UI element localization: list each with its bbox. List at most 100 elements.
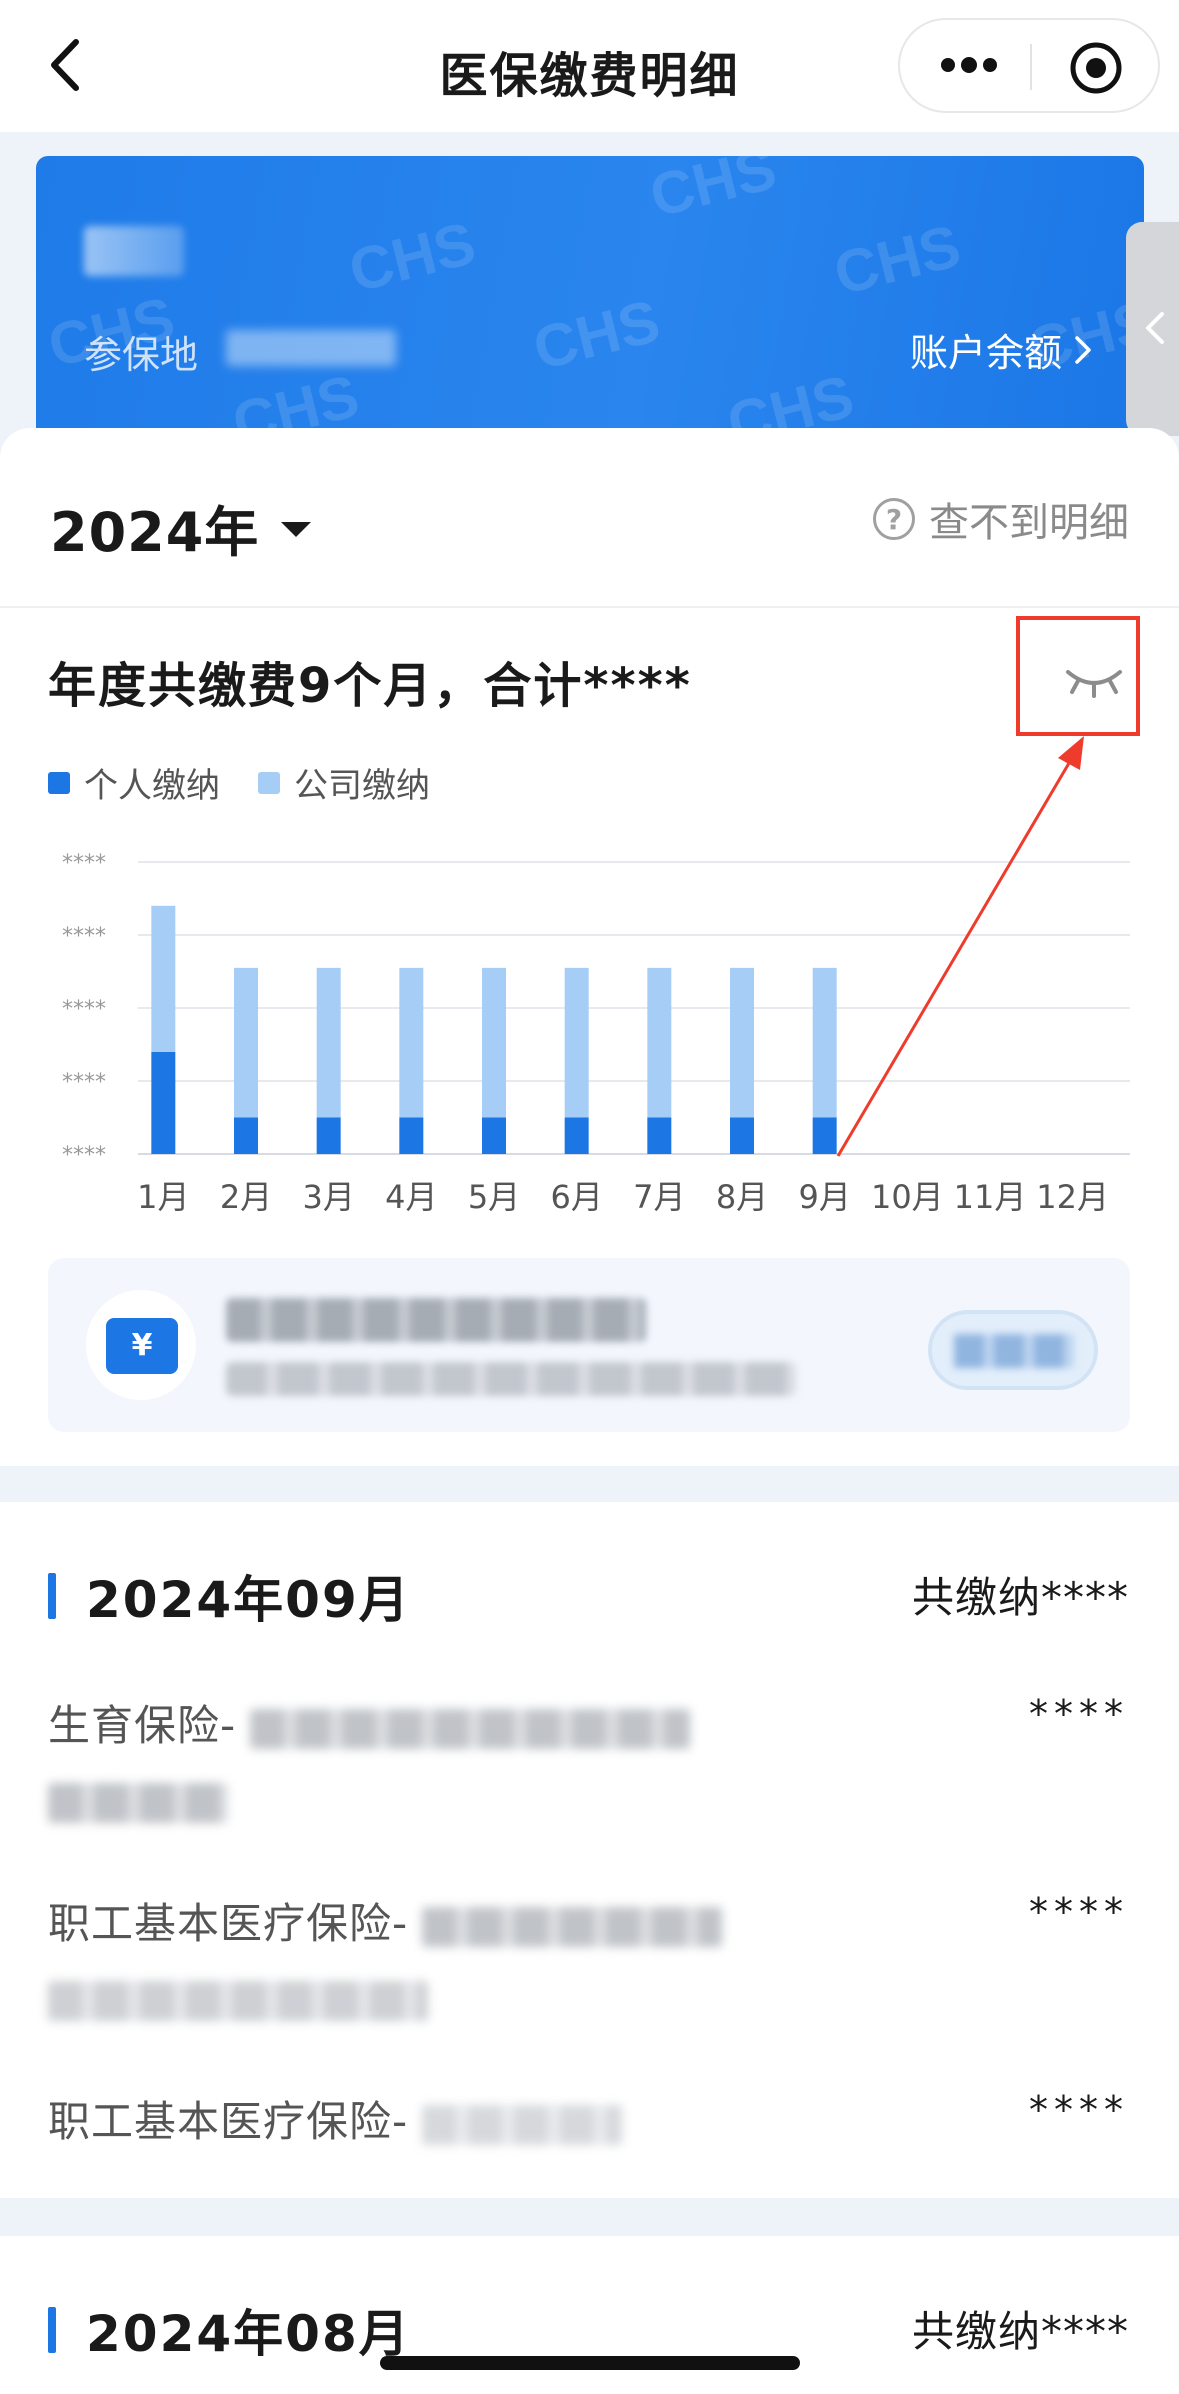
svg-text:CHS: CHS — [643, 156, 782, 230]
month-section-2024-09: 2024年09月 共缴纳**** 生育保险- **** 职工基本医疗保险- **… — [0, 1502, 1179, 2198]
payment-item-detail-redacted — [421, 1906, 722, 1947]
side-drawer-tab[interactable] — [1126, 222, 1179, 436]
bar-personal[interactable] — [151, 1051, 176, 1154]
payment-item-amount: **** — [1029, 1692, 1129, 1736]
bar-company[interactable] — [730, 967, 754, 1118]
bar-company[interactable] — [647, 967, 672, 1118]
month-header: 2024年08月 — [48, 2294, 411, 2366]
legend-label-personal: 个人缴纳 — [84, 766, 220, 806]
month-title: 2024年08月 — [86, 2305, 411, 2363]
payment-item-amount: **** — [1029, 2088, 1129, 2132]
bar-personal[interactable] — [482, 1117, 506, 1155]
month-header: 2024年09月 — [48, 1560, 411, 1632]
account-balance-label: 账户余额 — [909, 331, 1062, 375]
payment-item-name: 职工基本医疗保险- — [48, 2097, 409, 2146]
y-tick-label: **** — [62, 1070, 106, 1095]
payment-item-detail-redacted — [421, 2104, 622, 2145]
payment-item-detail-redacted — [48, 1782, 228, 1823]
y-tick-label: **** — [62, 997, 106, 1022]
eye-closed-icon[interactable] — [1064, 664, 1124, 698]
x-tick-label: 11月 — [954, 1178, 1027, 1216]
x-tick-label: 8月 — [716, 1178, 768, 1216]
y-tick-label: **** — [62, 851, 106, 876]
chs-watermark-pattern: CHSCHSCHSCHS CHSCHSCHSCHS CHSCHSCHSCHS — [36, 156, 1144, 456]
missing-detail-link[interactable]: ? 查不到明细 — [873, 490, 1129, 548]
bar-personal[interactable] — [730, 1117, 754, 1155]
banner-button-label-redacted — [954, 1334, 1074, 1368]
svg-text:CHS: CHS — [527, 287, 666, 383]
year-selector[interactable]: 2024年 — [50, 488, 312, 567]
question-circle-icon: ? — [873, 498, 915, 540]
chevron-right-icon — [1075, 335, 1091, 364]
payment-item-detail-redacted — [249, 1708, 690, 1749]
page: 医保缴费明细 CHS CHS CHS CHS CHS CHS CHS CHS 参… — [0, 0, 1179, 2394]
more-button[interactable] — [934, 42, 1004, 88]
legend-item-personal: 个人缴纳 — [48, 758, 220, 807]
missing-detail-label: 查不到明细 — [929, 500, 1129, 546]
legend-item-company: 公司缴纳 — [258, 758, 430, 807]
insured-account-card: CHSCHSCHSCHS CHSCHSCHSCHS CHSCHSCHSCHS 参… — [36, 156, 1144, 456]
x-tick-label: 1月 — [137, 1178, 189, 1216]
legend-label-company: 公司缴纳 — [294, 766, 430, 806]
capsule-divider — [1030, 44, 1032, 90]
y-tick-label: **** — [62, 924, 106, 949]
legend-swatch-company — [258, 771, 280, 794]
banner-action-button[interactable] — [928, 1310, 1098, 1390]
payment-item[interactable]: 职工基本医疗保险- **** — [48, 1890, 1129, 2021]
payment-item-name: 生育保险- — [48, 1701, 237, 1750]
chevron-left-icon — [1146, 312, 1164, 344]
banner-title-redacted — [226, 1298, 646, 1342]
banner-subtitle-redacted — [226, 1362, 796, 1396]
bar-personal[interactable] — [399, 1117, 424, 1155]
month-total: 共缴纳**** — [911, 1573, 1129, 1622]
chart-legend: 个人缴纳 公司缴纳 — [48, 758, 430, 807]
x-tick-label: 2月 — [220, 1178, 272, 1216]
mini-program-capsule — [898, 18, 1160, 113]
monthly-payment-chart: **** **** **** **** **** 1月 2月 3月 4月 5月 6月 7月 8月 9月 10… — [62, 851, 1130, 1216]
month-accent-bar — [48, 2307, 56, 2353]
x-tick-label: 4月 — [385, 1178, 437, 1216]
bar-company[interactable] — [151, 905, 176, 1052]
bar-company[interactable] — [234, 967, 258, 1118]
svg-text:CHS: CHS — [343, 209, 482, 305]
year-selector-label: 2024年 — [50, 501, 260, 564]
navigation-bar: 医保缴费明细 — [0, 0, 1179, 132]
x-tick-label: 10月 — [871, 1178, 944, 1216]
banner-icon-wrap: ¥ — [86, 1290, 196, 1400]
annual-payment-summary: 年度共缴费9个月，合计**** — [48, 658, 692, 714]
svg-text:CHS: CHS — [828, 212, 967, 308]
target-close-icon — [1070, 42, 1122, 94]
divider — [0, 606, 1179, 608]
x-tick-label: 9月 — [798, 1178, 850, 1216]
bar-personal[interactable] — [647, 1117, 672, 1155]
bar-company[interactable] — [316, 967, 341, 1118]
bar-company[interactable] — [399, 967, 424, 1118]
more-dots-icon — [941, 57, 997, 73]
month-accent-bar — [48, 1573, 56, 1619]
month-title: 2024年09月 — [86, 1571, 411, 1629]
bar-personal[interactable] — [812, 1117, 837, 1155]
y-tick-label: **** — [62, 1143, 106, 1168]
payment-item-detail-redacted — [48, 1980, 428, 2021]
close-mini-program-button[interactable] — [1068, 40, 1124, 96]
account-balance-link[interactable]: 账户余额 — [910, 322, 1094, 377]
promo-banner[interactable]: ¥ — [48, 1258, 1130, 1432]
wallet-yuan-icon: ¥ — [106, 1318, 178, 1374]
payment-item-name: 职工基本医疗保险- — [48, 1899, 409, 1948]
bar-personal[interactable] — [234, 1117, 258, 1155]
bar-company[interactable] — [564, 967, 589, 1118]
bar-personal[interactable] — [316, 1117, 341, 1155]
x-tick-label: 12月 — [1036, 1178, 1109, 1216]
payment-item[interactable]: 生育保险- **** — [48, 1692, 1129, 1823]
x-tick-label: 7月 — [633, 1178, 685, 1216]
month-section-2024-08: 2024年08月 共缴纳**** — [0, 2236, 1179, 2394]
x-tick-label: 5月 — [468, 1178, 520, 1216]
insured-location-redacted — [226, 330, 396, 366]
payment-item-amount: **** — [1029, 1890, 1129, 1934]
legend-swatch-personal — [48, 771, 70, 794]
bar-company[interactable] — [812, 967, 837, 1118]
home-indicator — [380, 2356, 800, 2370]
payment-item[interactable]: 职工基本医疗保险- **** — [48, 2088, 1129, 2148]
bar-company[interactable] — [482, 967, 506, 1118]
bar-personal[interactable] — [564, 1117, 589, 1155]
